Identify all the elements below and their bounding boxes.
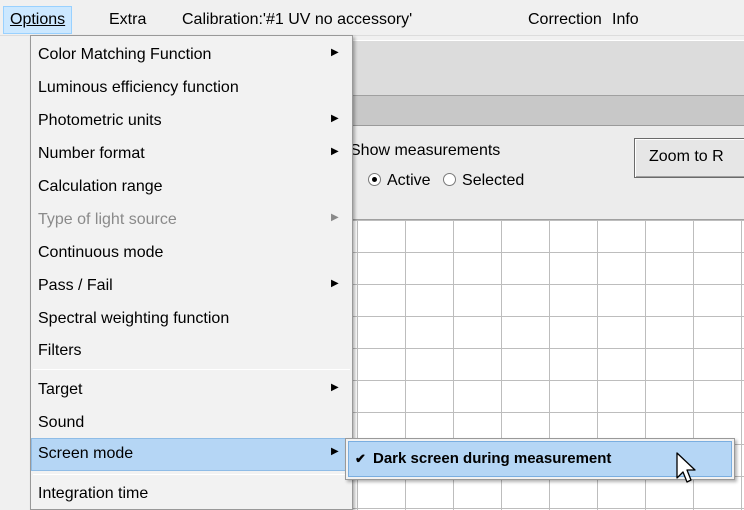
panel-header-bar (350, 96, 744, 126)
menu-bar: Options Extra Calibration:'#1 UV no acce… (0, 0, 744, 36)
radio-active[interactable] (368, 173, 381, 186)
check-icon: ✔ (355, 451, 366, 466)
measurement-options-panel: Show measurements Active Selected Zoom t… (350, 126, 744, 220)
show-measurements-radio-group: Active Selected (368, 172, 532, 190)
menu-info[interactable]: Info (606, 6, 645, 34)
menu-item-integration-time[interactable]: Integration time (31, 478, 352, 510)
menu-item-continuous-mode[interactable]: Continuous mode (31, 237, 352, 270)
menu-item-photometric-units[interactable]: Photometric units ▶ (31, 105, 352, 138)
menu-item-dark-screen-during-measurement[interactable]: ✔ Dark screen during measurement (348, 441, 732, 477)
menu-item-pass-fail[interactable]: Pass / Fail ▶ (31, 270, 352, 303)
menu-extra[interactable]: Extra (103, 6, 152, 34)
toolbar-area (350, 40, 744, 96)
menu-options[interactable]: Options (3, 6, 73, 34)
submenu-arrow-icon: ▶ (331, 212, 339, 223)
submenu-arrow-icon: ▶ (331, 446, 339, 457)
submenu-arrow-icon: ▶ (331, 382, 339, 393)
options-menu: Color Matching Function ▶ Luminous effic… (30, 35, 353, 510)
submenu-arrow-icon: ▶ (331, 113, 339, 124)
radio-selected[interactable] (443, 173, 457, 186)
radio-active-label: Active (387, 172, 431, 189)
zoom-button[interactable]: Zoom to R (634, 138, 744, 178)
submenu-arrow-icon: ▶ (331, 146, 339, 157)
submenu-arrow-icon: ▶ (331, 278, 339, 289)
menu-item-spectral-weighting-function[interactable]: Spectral weighting function (31, 303, 352, 336)
menu-item-number-format[interactable]: Number format ▶ (31, 138, 352, 171)
menu-item-screen-mode[interactable]: Screen mode ▶ (31, 438, 352, 471)
radio-selected-label: Selected (462, 172, 525, 189)
menu-calibration[interactable]: Calibration:'#1 UV no accessory' (176, 6, 418, 34)
menu-correction[interactable]: Correction (522, 6, 608, 34)
submenu-arrow-icon: ▶ (331, 47, 339, 58)
menu-item-target[interactable]: Target ▶ (31, 374, 352, 407)
menu-item-type-of-light-source: Type of light source ▶ (38, 211, 339, 228)
menu-separator (33, 369, 350, 370)
menu-item-filters[interactable]: Filters (31, 335, 352, 368)
menu-item-calculation-range[interactable]: Calculation range (31, 171, 352, 204)
menu-item-luminous-efficiency-function[interactable]: Luminous efficiency function (31, 72, 352, 105)
show-measurements-label: Show measurements (350, 142, 501, 159)
menu-separator (33, 474, 350, 475)
mouse-cursor-icon (676, 452, 696, 483)
menu-item-sound[interactable]: Sound (31, 407, 352, 440)
menu-item-color-matching-function[interactable]: Color Matching Function ▶ (31, 39, 352, 72)
